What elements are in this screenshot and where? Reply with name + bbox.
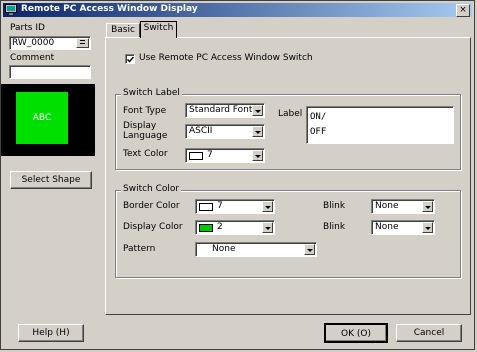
comment-input[interactable] [9,65,91,79]
chevron-down-icon[interactable] [262,222,273,233]
chevron-down-icon[interactable] [252,105,263,116]
cancel-button-label: Cancel [413,328,445,338]
parts-id-label: Parts ID [10,23,45,33]
help-button-label: Help (H) [32,328,70,338]
label-field-label: Label [278,109,303,119]
ok-button[interactable]: OK (O) [324,323,388,343]
text-color-value: 7 [207,150,213,160]
help-button[interactable]: Help (H) [18,324,84,342]
use-switch-label: Use Remote PC Access Window Switch [139,53,313,63]
comment-label: Comment [10,53,55,63]
blink-label-2: Blink [323,222,346,232]
switch-label-group-title: Switch Label [121,88,182,98]
tab-basic-label: Basic [111,25,135,35]
display-color-dropdown[interactable]: 2 [195,220,275,235]
display-language-label-line1: Display [123,121,157,131]
label-line-1: ON/ [310,112,327,122]
chevron-down-icon[interactable] [262,201,273,212]
label-line-2: OFF [310,127,327,137]
use-switch-checkbox[interactable] [125,54,135,64]
blink-dropdown-2[interactable]: None [371,220,435,235]
title-bar[interactable]: Remote PC Access Window Display × [3,3,472,17]
chevron-down-icon[interactable] [422,201,433,212]
border-color-label: Border Color [123,201,180,211]
blink-dropdown-1[interactable]: None [371,199,435,214]
shape-preview: ABC [1,84,95,156]
chevron-down-icon[interactable] [252,126,263,137]
text-color-label: Text Color [123,149,168,159]
font-type-value: Standard Font [189,105,253,115]
display-language-dropdown[interactable]: ASCII [185,124,265,139]
cancel-button[interactable]: Cancel [396,324,462,342]
preview-text: ABC [32,113,52,123]
tab-basic[interactable]: Basic [106,23,140,37]
ok-button-label: OK (O) [341,329,371,339]
close-button[interactable]: × [456,4,470,17]
display-color-label: Display Color [123,222,183,232]
blink-label-1: Blink [323,201,346,211]
dialog-window: Remote PC Access Window Display × Parts … [0,0,475,350]
parts-id-spinner[interactable] [76,38,89,48]
pattern-label: Pattern [123,244,156,254]
font-type-label: Font Type [123,106,167,116]
blink-value-2: None [375,222,399,232]
border-color-swatch [199,203,213,211]
window-title: Remote PC Access Window Display [21,4,198,14]
chevron-down-icon[interactable] [252,150,263,161]
display-language-value: ASCII [189,126,213,136]
checkmark-icon [127,56,135,63]
font-type-dropdown[interactable]: Standard Font [185,103,265,118]
preview-switch-shape: ABC [16,92,68,144]
switch-color-group-title: Switch Color [121,184,182,194]
text-color-dropdown[interactable]: 7 [185,148,265,163]
chevron-down-icon[interactable] [422,222,433,233]
border-color-value: 7 [217,201,223,211]
chevron-down-icon[interactable] [304,244,315,255]
display-color-swatch [199,224,213,232]
select-shape-button[interactable]: Select Shape [10,171,92,189]
label-textarea[interactable]: ON/ OFF [306,106,454,144]
pattern-value: None [212,244,236,254]
display-color-value: 2 [217,222,223,232]
parts-id-field[interactable]: RW_0000 [9,36,91,50]
pattern-dropdown[interactable]: None [195,242,317,257]
tab-switch[interactable]: Switch [140,21,177,38]
text-color-swatch [189,152,203,160]
border-color-dropdown[interactable]: 7 [195,199,275,214]
close-icon: × [459,5,467,15]
select-shape-label: Select Shape [21,175,81,185]
tab-switch-label: Switch [143,23,174,33]
app-icon [5,4,17,15]
parts-id-value: RW_0000 [12,38,55,48]
blink-value-1: None [375,201,399,211]
display-language-label-line2: Language [123,131,168,141]
